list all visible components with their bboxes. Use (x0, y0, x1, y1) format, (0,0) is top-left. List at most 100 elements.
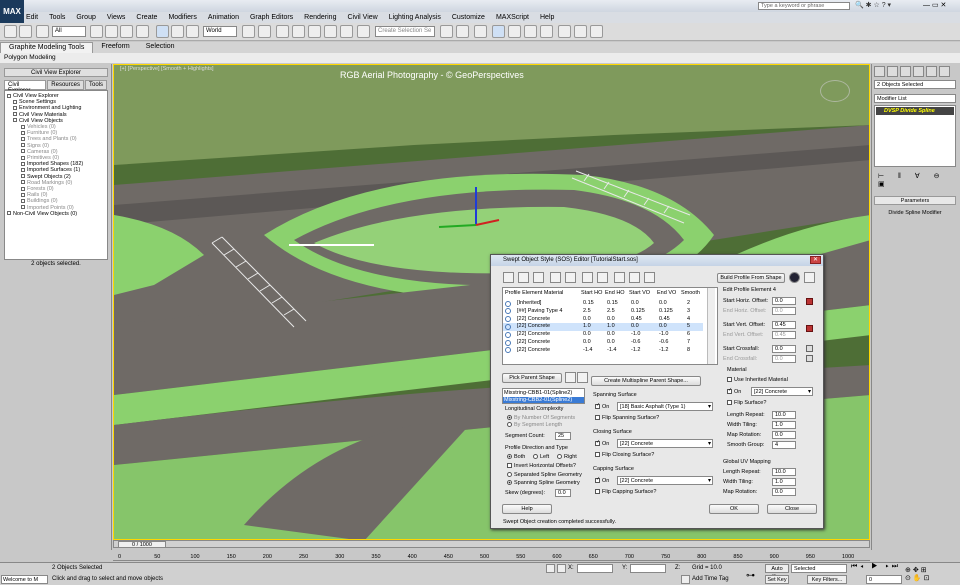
key-filters-button[interactable]: Key Filters... (807, 575, 847, 584)
move-down-icon[interactable] (597, 272, 608, 283)
app-logo-icon[interactable]: MAX (0, 0, 24, 23)
closing-material-dropdown[interactable]: [22] Concrete (617, 439, 713, 448)
closing-on-checkbox[interactable]: On (595, 439, 609, 447)
help-icons[interactable]: 🔍 ✱ ☆ ? ▾ (855, 1, 891, 9)
selection-filter-dropdown[interactable]: All (52, 26, 86, 37)
invert-offsets-checkbox[interactable]: Invert Horizontal Offsets? (507, 463, 576, 469)
pick-parent-shape-button[interactable]: Pick Parent Shape (502, 373, 562, 383)
table-row[interactable]: [22] Concrete 0.0 0.0 0.45 0.45 4 (503, 316, 703, 324)
x-coordinate-field[interactable] (577, 564, 613, 573)
add-element-icon[interactable] (550, 272, 561, 283)
object-name-field[interactable]: 2 Objects Selected (874, 80, 956, 89)
cut-icon[interactable] (614, 272, 625, 283)
flip-surface-checkbox[interactable]: Flip Surface? (727, 400, 766, 406)
material-on-checkbox[interactable]: On (727, 387, 741, 395)
render-icon[interactable] (590, 25, 603, 38)
menu-customize[interactable]: Customize (452, 14, 485, 21)
menu-tools[interactable]: Tools (49, 14, 65, 21)
tab-graphite-modeling[interactable]: Graphite Modeling Tools (0, 42, 94, 53)
menu-graph-editors[interactable]: Graph Editors (250, 14, 293, 21)
key-mode-dropdown[interactable]: Selected (791, 564, 847, 573)
build-profile-button[interactable]: Build Profile From Shape (717, 273, 785, 283)
menu-create[interactable]: Create (136, 14, 157, 21)
snaps-icon[interactable] (292, 25, 305, 38)
modifier-stack-item[interactable]: DVSP Divide Spline (876, 107, 954, 115)
render-setup-icon[interactable] (558, 25, 571, 38)
material-editor-icon[interactable] (540, 25, 553, 38)
viewcube-icon[interactable] (820, 80, 850, 102)
table-row[interactable]: [Inherited] 0.15 0.15 0.0 0.0 2 (503, 300, 703, 308)
end-crossfall-field[interactable]: 0.0 (772, 355, 796, 363)
width-tiling-field[interactable]: 1.0 (772, 421, 796, 429)
list-item-selected[interactable]: Mixstring-CBB2-01(Spline2) (503, 397, 584, 403)
global-map-rotation-field[interactable]: 0.0 (772, 488, 796, 496)
keyboard-shortcut-icon[interactable] (276, 25, 289, 38)
menu-animation[interactable]: Animation (208, 14, 239, 21)
align-icon[interactable] (456, 25, 469, 38)
capping-on-checkbox[interactable]: On (595, 476, 609, 484)
redo-icon[interactable] (19, 25, 32, 38)
viewport-nav-controls[interactable]: ⊕✥⊞ ⊙✋⊡ (905, 566, 931, 582)
delete-element-icon[interactable] (565, 272, 576, 283)
save-icon[interactable] (533, 272, 544, 283)
curve-editor-icon[interactable] (508, 25, 521, 38)
remove-shape-icon[interactable] (577, 372, 588, 383)
table-row[interactable]: [22] Concrete -1.4 -1.4 -1.2 -1.2 8 (503, 347, 703, 355)
manipulate-icon[interactable] (258, 25, 271, 38)
menu-help[interactable]: Help (540, 14, 554, 21)
open-icon[interactable] (503, 272, 514, 283)
tab-resources[interactable]: Resources (47, 80, 84, 90)
spinner-snap-icon[interactable] (340, 25, 353, 38)
global-length-repeat-field[interactable]: 10.0 (772, 468, 796, 476)
menu-civil-view[interactable]: Civil View (347, 14, 377, 21)
menu-views[interactable]: Views (107, 14, 126, 21)
start-v-field[interactable]: 0.45 (772, 321, 796, 329)
ribbon-panel-polygon-modeling[interactable]: Polygon Modeling (0, 53, 960, 63)
spanning-geometry-radio[interactable]: Spanning Spline Geometry (507, 480, 580, 486)
y-coordinate-field[interactable] (630, 564, 666, 573)
scale-icon[interactable] (186, 25, 199, 38)
menu-rendering[interactable]: Rendering (304, 14, 336, 21)
paste-icon[interactable] (644, 272, 655, 283)
move-up-icon[interactable] (582, 272, 593, 283)
direction-both-radio[interactable]: Both (507, 454, 525, 460)
table-row[interactable]: [22] Concrete 1.0 1.0 0.0 0.0 5 (503, 323, 703, 332)
edit-named-sets-icon[interactable] (357, 25, 370, 38)
modifier-list-dropdown[interactable]: Modifier List (874, 94, 956, 103)
parameters-rollout[interactable]: Parameters (874, 196, 956, 205)
copy-icon[interactable] (629, 272, 640, 283)
named-selection-dropdown[interactable]: Create Selection Se (375, 26, 435, 37)
tree-item[interactable]: Non-Civil View Objects (0) (7, 211, 105, 217)
table-row[interactable]: [22] Concrete 0.0 0.0 -1.0 -1.0 6 (503, 331, 703, 339)
time-tag-icon[interactable] (681, 575, 690, 584)
lock-icon[interactable] (806, 298, 813, 305)
viewport-label[interactable]: [+] [Perspective] [Smooth + Highlights] (120, 66, 214, 72)
auto-key-button[interactable]: Auto Key (765, 564, 789, 580)
use-inherited-checkbox[interactable]: Use Inherited Material (727, 377, 788, 383)
create-multispline-button[interactable]: Create Multispline Parent Shape... (591, 376, 701, 386)
menu-maxscript[interactable]: MAXScript (496, 14, 529, 21)
percent-snap-icon[interactable] (324, 25, 337, 38)
table-scrollbar[interactable] (707, 288, 715, 364)
flip-spanning-checkbox[interactable]: Flip Spanning Surface? (595, 415, 659, 421)
schematic-view-icon[interactable] (524, 25, 537, 38)
time-slider[interactable] (113, 540, 870, 548)
stack-tools[interactable]: ⊢ ‖ ∀ ⊖ ▣ (878, 172, 960, 188)
region-select-icon[interactable] (120, 25, 133, 38)
add-time-tag[interactable]: Add Time Tag (692, 576, 729, 582)
motion-tab-icon[interactable] (913, 66, 924, 77)
crossfall-pin-icon[interactable] (806, 345, 813, 352)
start-h-field[interactable]: 0.0 (772, 297, 796, 305)
menu-edit[interactable]: Edit (26, 14, 38, 21)
create-tab-icon[interactable] (874, 66, 885, 77)
start-crossfall-field[interactable]: 0.0 (772, 345, 796, 353)
maxscript-listener[interactable]: Welcome to M (1, 575, 48, 584)
lock-icon[interactable] (806, 325, 813, 332)
ok-button[interactable]: OK (709, 504, 759, 514)
smooth-group-field[interactable]: 4 (772, 441, 796, 449)
window-controls[interactable]: — ▭ ✕ (923, 1, 946, 9)
length-repeat-field[interactable]: 10.0 (772, 411, 796, 419)
tab-civil-explorer[interactable]: Civil Explorer (4, 80, 47, 94)
layer-manager-icon[interactable] (474, 25, 487, 38)
current-frame-field[interactable]: 0 (866, 575, 902, 584)
